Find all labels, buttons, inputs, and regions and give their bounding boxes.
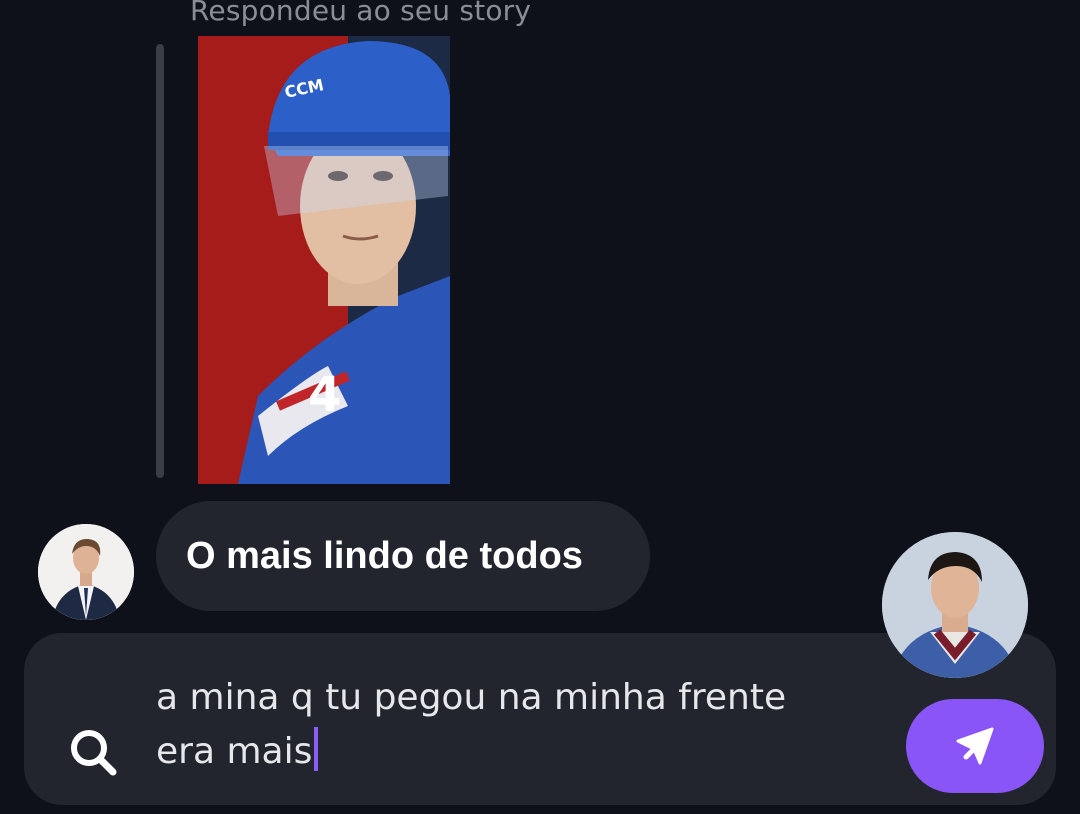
user-avatar[interactable] — [882, 532, 1028, 678]
text-caret — [314, 727, 319, 771]
story-reply-label: Respondeu ao seu story — [190, 0, 532, 27]
message-composer[interactable]: a mina q tu pegou na minha frente era ma… — [24, 633, 1056, 805]
svg-text:4: 4 — [308, 367, 341, 423]
send-button[interactable] — [906, 699, 1044, 793]
story-thumbnail[interactable]: 4 CCM — [198, 36, 450, 484]
search-button[interactable] — [58, 717, 128, 787]
message-bubble[interactable]: O mais lindo de todos — [156, 501, 650, 611]
send-icon — [956, 727, 994, 765]
message-input-line-2: era mais — [156, 731, 313, 772]
contact-avatar[interactable] — [38, 524, 134, 620]
search-icon — [71, 730, 117, 776]
reply-indicator-bar — [156, 44, 164, 478]
message-input[interactable]: a mina q tu pegou na minha frente era ma… — [156, 671, 876, 779]
message-text: O mais lindo de todos — [186, 534, 583, 577]
message-input-line-1: a mina q tu pegou na minha frente — [156, 677, 787, 718]
